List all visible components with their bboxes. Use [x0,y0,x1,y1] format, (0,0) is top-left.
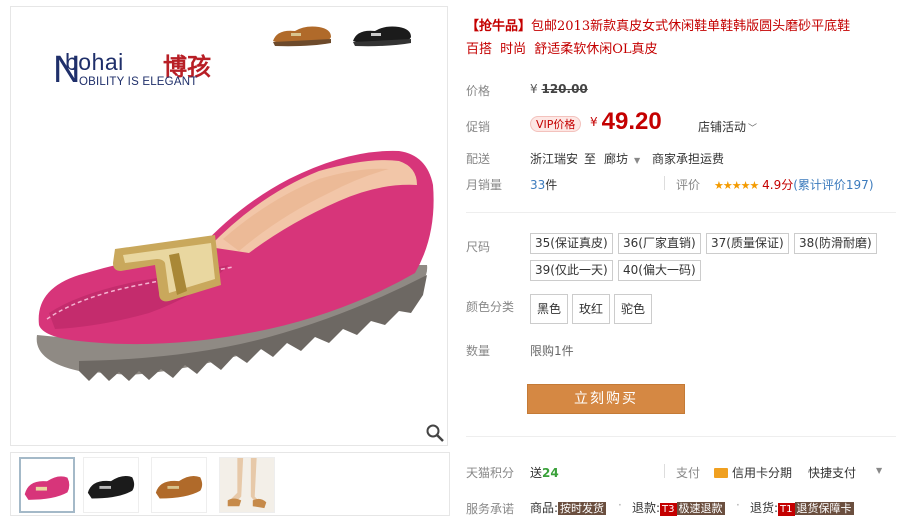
service-separator: · [736,498,740,512]
product-info-panel: 【抢牛品】包邮2013新款真皮女式休闲鞋单鞋韩版圆头磨砂平底鞋 百搭 时尚 舒适… [466,0,896,532]
service-return-tier: T1 [778,503,795,516]
size-label: 尺码 [466,240,491,254]
promo-price-value: 49.20 [601,108,662,135]
shop-activity-dropdown[interactable]: 店铺活动 ﹀ [698,118,757,135]
product-title: 【抢牛品】包邮2013新款真皮女式休闲鞋单鞋韩版圆头磨砂平底鞋 [466,16,896,38]
rating-stars-icon: ★★★★★ [714,179,759,192]
shipping-destination: 廊坊 [604,152,629,166]
rating-label: 评价 [676,178,701,192]
brand-logo: N bohai 博孩 OBILITY IS ELEGANT [53,49,243,99]
size-option-36[interactable]: 36(厂家直销) [618,233,701,254]
buy-now-button[interactable]: 立刻购买 [527,384,685,414]
title-prefix: 【抢牛品】 [466,19,532,34]
service-return: 退货: T1 退货保障卡 [750,499,854,516]
monthly-sales-count: 33 [530,178,546,192]
service-goods-badge[interactable]: 按时发货 [558,502,607,515]
shipping-fee: 商家承担运费 [652,152,725,166]
thumbnail-pink[interactable] [19,457,75,513]
payment-label: 支付 [676,466,701,480]
points-prefix: 送 [530,466,543,480]
points-divider [664,464,665,478]
service-refund-label: 退款: [632,501,661,515]
product-subtitle: 百搭 时尚 舒适柔软休闲OL真皮 [466,42,658,57]
shipping-destination-select[interactable]: 廊坊 ▼ [604,150,640,167]
quick-pay[interactable]: 快捷支付 [808,464,856,481]
service-return-label: 退货: [750,501,779,515]
color-option-rose[interactable]: 玫红 [572,294,611,324]
main-image-viewer[interactable]: N bohai 博孩 OBILITY IS ELEGANT [10,6,448,446]
size-option-38[interactable]: 38(防滑耐磨) [794,233,877,254]
service-separator: · [618,498,622,512]
promo-price-currency: ¥ [590,115,598,129]
monthly-sales: 33件 [530,176,557,193]
price-label: 价格 [466,84,491,98]
title-text: 包邮2013新款真皮女式休闲鞋单鞋韩版圆头磨砂平底鞋 [531,19,851,34]
caret-down-icon[interactable]: ▼ [876,466,882,475]
color-option-black[interactable]: 黑色 [530,294,569,324]
thumbnail-black[interactable] [83,457,139,513]
shipping-to-word: 至 [584,152,597,166]
service-return-badge[interactable]: 退货保障卡 [794,502,854,515]
size-option-40[interactable]: 40(偏大一码) [618,260,701,281]
divider [466,212,896,213]
zoom-icon[interactable] [425,423,445,443]
credit-card-installment[interactable]: 信用卡分期 [714,464,792,481]
tan-shoe-preview [273,26,331,47]
size-option-37[interactable]: 37(质量保证) [706,233,789,254]
original-price-currency: ¥ [530,82,538,96]
quantity-limit: 限购1件 [530,344,574,358]
thumbnail-tan[interactable] [151,457,207,513]
vip-price-tag: VIP价格 [530,116,582,132]
brand-slogan: OBILITY IS ELEGANT [79,76,198,88]
brand-logo-name: bohai [65,49,124,75]
points-number: 24 [542,466,559,480]
size-option-39[interactable]: 39(仅此一天) [530,260,613,281]
review-count-link[interactable]: (累计评价197) [793,178,873,192]
service-refund: 退款: T3 极速退款 [632,499,725,516]
color-label: 颜色分类 [466,300,515,314]
monthly-sales-unit: 件 [545,178,558,192]
divider [466,436,896,437]
original-price: ¥ 120.00 [530,82,588,96]
original-price-value: 120.00 [541,82,588,96]
sales-divider [664,176,665,190]
caret-down-icon: ▼ [634,156,641,165]
thumbnail-strip [10,452,450,516]
shipping-label: 配送 [466,152,491,166]
product-photo [36,150,434,381]
size-option-35[interactable]: 35(保证真皮) [530,233,613,254]
monthly-sales-label: 月销量 [466,178,503,192]
promo-label: 促销 [466,120,491,134]
promo-price: ¥49.20 [590,108,662,136]
service-goods: 商品: 按时发货 [530,499,607,516]
color-option-camel[interactable]: 驼色 [614,294,653,324]
credit-card-label: 信用卡分期 [732,466,793,480]
service-label: 服务承诺 [466,502,515,516]
points-label: 天猫积分 [466,466,515,480]
shop-activity-label: 店铺活动 [698,120,747,134]
quantity-label: 数量 [466,344,491,358]
chevron-down-icon: ﹀ [748,124,758,134]
black-shoe-preview [353,26,411,47]
service-goods-label: 商品: [530,501,559,515]
credit-card-icon [714,468,728,478]
thumbnail-model[interactable] [219,457,275,513]
rating-summary[interactable]: ★★★★★ 4.9分(累计评价197) [714,176,874,193]
points-value: 送24 [530,464,559,481]
service-refund-tier: T3 [660,503,677,516]
service-refund-badge[interactable]: 极速退款 [676,502,725,515]
shipping-from: 浙江瑞安 [530,152,579,166]
rating-score: 4.9分 [762,178,794,192]
